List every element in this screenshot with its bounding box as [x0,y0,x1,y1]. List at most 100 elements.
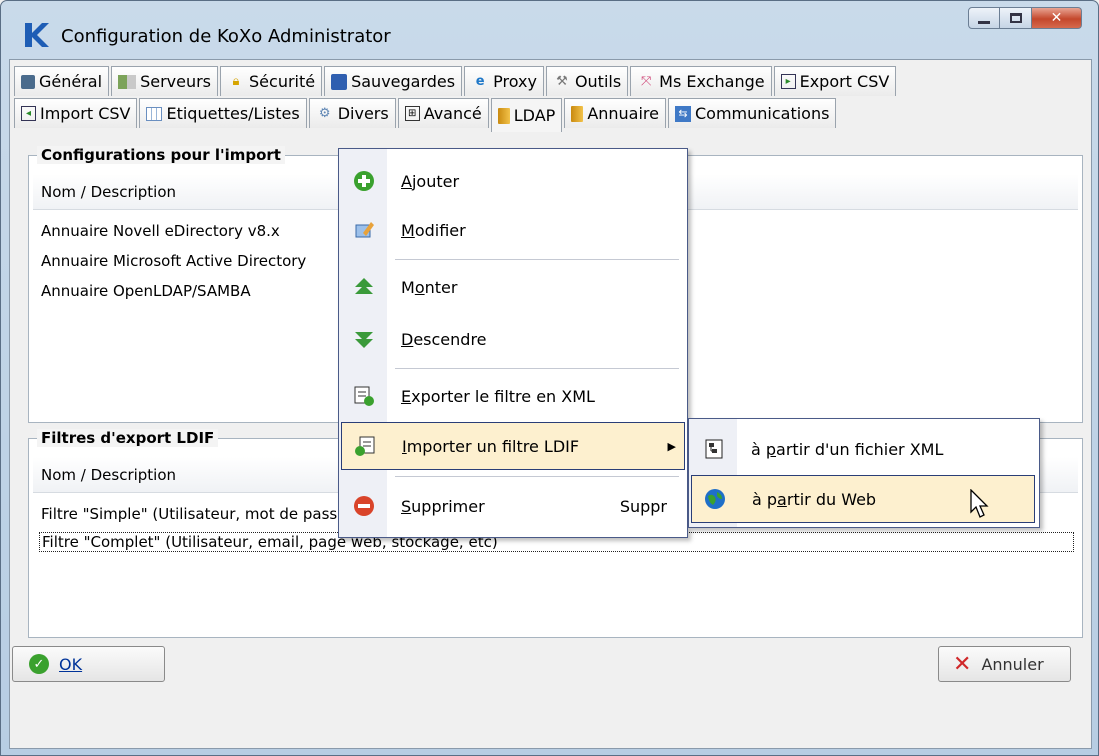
context-menu: Ajouter Modifier Monter Descendre Export… [338,148,688,538]
ok-button[interactable]: ✓ OK [12,646,165,682]
maximize-button[interactable] [1000,7,1032,29]
tree-icon: ⊞ [404,106,420,121]
xml-file-icon [701,436,727,462]
menu-item-label: Importer un filtre LDIF [402,436,580,456]
tools-icon: ⚒ [556,74,568,89]
tab-communications[interactable]: ⇆ Communications [668,98,837,128]
menu-item-modifier[interactable]: Modifier [339,206,687,254]
menu-item-label: Supprimer [401,496,485,516]
tab-label: Avancé [423,104,482,123]
communications-icon: ⇆ [675,105,691,122]
tab-divers[interactable]: ⚙ Divers [308,98,396,128]
menu-separator [395,476,679,477]
tab-label: Sauvegardes [351,72,456,91]
edit-icon [351,217,377,243]
lock-icon: 🔒︎ [232,74,240,89]
tab-avance[interactable]: ⊞ Avancé [397,98,489,128]
menu-item-exporter-xml[interactable]: Exporter le filtre en XML [339,372,687,420]
close-icon: ✕ [1050,10,1063,26]
menu-separator [395,368,679,369]
menu-item-supprimer[interactable]: Supprimer Suppr [339,482,687,530]
tab-serveurs[interactable]: Serveurs [111,66,219,96]
menu-item-label: Exporter le filtre en XML [401,386,595,406]
ok-label: OK [59,654,83,674]
tab-annuaire[interactable]: Annuaire [564,98,666,128]
menu-item-label: Ajouter [401,171,460,191]
panel-title: Configurations pour l'import [37,146,285,164]
tab-ldap[interactable]: LDAP [490,98,563,132]
cancel-button[interactable]: ✕ Annuler [938,646,1071,682]
panel-title: Filtres d'export LDIF [37,429,219,447]
menu-item-label: Modifier [401,220,466,240]
servers-icon [118,74,137,89]
import-icon: ◂ [21,106,36,121]
shortcut-label: Suppr [619,496,667,516]
list-item[interactable]: Filtre "Simple" (Utilisateur, mot de pas… [41,505,352,523]
minimize-icon [978,20,990,24]
web-globe-icon [702,486,728,512]
tab-sauvegardes[interactable]: Sauvegardes [324,66,463,96]
menu-separator [395,259,679,260]
export-xml-icon [351,383,377,409]
menu-item-label: à partir du Web [752,489,877,509]
submenu-arrow-icon: ▶ [667,439,676,453]
tab-etiquettes-listes[interactable]: Etiquettes/Listes [139,98,307,128]
book-icon [571,105,584,122]
cancel-x-icon: ✕ [953,651,972,677]
list-item[interactable]: Annuaire Microsoft Active Directory [41,252,306,270]
tab-label: Serveurs [140,72,212,91]
tab-label: LDAP [513,106,556,125]
tab-import-csv[interactable]: ◂ Import CSV [14,98,138,128]
tab-row-1: Général Serveurs 🔒︎ Sécurité Sauvegardes… [14,66,898,96]
tab-proxy[interactable]: e Proxy [464,66,544,96]
grid-icon [146,106,163,121]
tab-export-csv[interactable]: ▸ Export CSV [773,66,897,96]
maximize-icon [1009,13,1022,23]
import-icon [352,433,378,459]
tab-label: Outils [574,72,622,91]
cancel-label: Annuler [981,654,1044,674]
menu-item-ajouter[interactable]: Ajouter [339,157,687,205]
tab-label: Sécurité [249,72,316,91]
menu-item-importer-ldif[interactable]: Importer un filtre LDIF ▶ [341,422,685,470]
tab-label: Général [39,72,103,91]
tab-label: Communications [695,104,830,123]
menu-item-label: à partir d'un fichier XML [751,439,944,459]
menu-item-descendre[interactable]: Descendre [339,315,687,363]
menu-item-label: Monter [401,277,458,297]
koxo-logo-icon [25,23,49,47]
tab-row-2: ◂ Import CSV Etiquettes/Listes ⚙ Divers … [14,98,838,132]
move-down-icon [351,326,377,352]
floppy-icon [331,73,348,90]
export-icon: ▸ [780,74,796,89]
submenu-item-from-xml[interactable]: à partir d'un fichier XML [689,425,1039,473]
title-bar[interactable]: Configuration de KoXo Administrator ✕ [1,1,1098,59]
delete-icon [351,493,377,519]
window-title: Configuration de KoXo Administrator [61,26,391,47]
mouse-cursor-icon [970,489,989,518]
menu-item-monter[interactable]: Monter [339,263,687,311]
tab-outils[interactable]: ⚒ Outils [545,66,629,96]
menu-item-label: Descendre [401,329,487,349]
add-icon [351,168,377,194]
tab-label: Import CSV [40,104,131,123]
tab-label: Export CSV [799,72,890,91]
tab-ms-exchange[interactable]: ⤧ Ms Exchange [630,66,772,96]
tab-label: Ms Exchange [659,72,765,91]
tab-general[interactable]: Général [14,66,110,96]
check-icon: ✓ [29,654,49,674]
tab-label: Etiquettes/Listes [166,104,300,123]
list-item[interactable]: Annuaire OpenLDAP/SAMBA [41,282,251,300]
minimize-button[interactable] [968,7,1000,29]
close-button[interactable]: ✕ [1032,7,1082,29]
list-item[interactable]: Annuaire Novell eDirectory v8.x [41,222,280,240]
book-icon [497,107,510,124]
tab-label: Divers [337,104,389,123]
tab-securite[interactable]: 🔒︎ Sécurité [220,66,323,96]
exchange-icon: ⤧ [640,74,652,89]
general-icon [21,74,35,89]
tab-label: Annuaire [587,104,659,123]
globe-icon: e [475,74,485,89]
tab-label: Proxy [493,72,537,91]
move-up-icon [351,274,377,300]
